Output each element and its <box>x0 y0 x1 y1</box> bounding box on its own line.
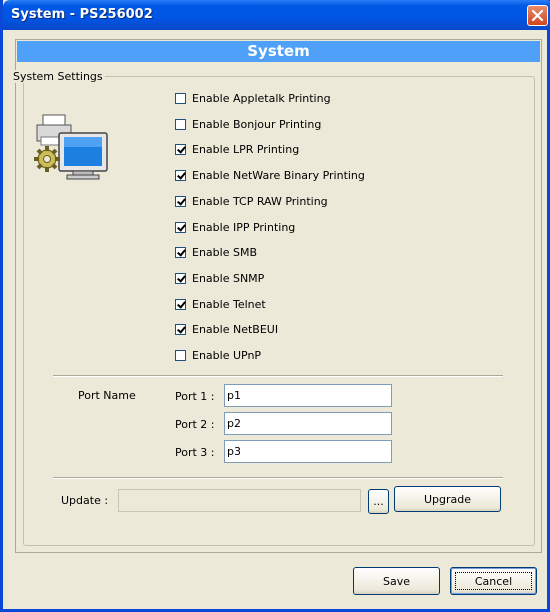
browse-button[interactable]: ... <box>368 489 389 514</box>
section-header: System <box>17 41 540 62</box>
browse-button-label: ... <box>373 495 384 508</box>
option-label: Enable UPnP <box>192 348 262 362</box>
option-checkbox[interactable] <box>175 298 186 310</box>
option-checkbox[interactable] <box>175 272 186 284</box>
option-row[interactable]: Enable TCP RAW Printing <box>175 192 328 210</box>
option-row[interactable]: Enable NetBEUI <box>175 320 278 338</box>
update-file-input[interactable] <box>118 489 361 512</box>
option-checkbox[interactable] <box>175 143 186 155</box>
separator <box>53 375 503 377</box>
option-row[interactable]: Enable Bonjour Printing <box>175 115 321 133</box>
option-label: Enable SNMP <box>192 271 265 285</box>
update-label: Update : <box>61 494 109 507</box>
upgrade-button-label: Upgrade <box>423 492 472 506</box>
port-3-input[interactable] <box>224 440 392 463</box>
system-dialog: System - PS256002 System System Settings <box>0 0 550 612</box>
port-name-label: Port Name <box>78 389 136 402</box>
option-label: Enable Appletalk Printing <box>192 91 331 105</box>
title-bar[interactable]: System - PS256002 <box>3 0 550 30</box>
option-checkbox[interactable] <box>175 349 186 361</box>
save-button-label: Save <box>382 574 410 588</box>
option-row[interactable]: Enable NetWare Binary Printing <box>175 166 365 184</box>
option-checkbox[interactable] <box>175 323 186 335</box>
option-row[interactable]: Enable Telnet <box>175 295 266 313</box>
port-3-label: Port 3 : <box>175 446 215 459</box>
window-title: System - PS256002 <box>11 7 153 22</box>
group-label: System Settings <box>11 70 105 83</box>
option-row[interactable]: Enable SNMP <box>175 269 264 287</box>
port-2-input[interactable] <box>224 412 392 435</box>
upgrade-button[interactable]: Upgrade <box>394 486 501 512</box>
port-1-input[interactable] <box>224 384 392 407</box>
option-row[interactable]: Enable IPP Printing <box>175 218 295 236</box>
option-label: Enable SMB <box>192 245 257 259</box>
option-checkbox[interactable] <box>175 169 186 181</box>
option-checkbox[interactable] <box>175 92 186 104</box>
option-row[interactable]: Enable SMB <box>175 243 257 261</box>
separator <box>53 477 503 479</box>
option-checkbox[interactable] <box>175 118 186 130</box>
port-1-label: Port 1 : <box>175 390 215 403</box>
option-checkbox[interactable] <box>175 246 186 258</box>
printer-computer-gear-icon <box>34 114 108 180</box>
port-2-label: Port 2 : <box>175 418 215 431</box>
option-row[interactable]: Enable Appletalk Printing <box>175 89 331 107</box>
option-label: Enable NetWare Binary Printing <box>192 168 365 182</box>
save-button[interactable]: Save <box>353 567 440 595</box>
option-label: Enable IPP Printing <box>192 220 296 234</box>
option-label: Enable LPR Printing <box>192 142 300 156</box>
option-checkbox[interactable] <box>175 221 186 233</box>
option-label: Enable Bonjour Printing <box>192 117 322 131</box>
option-label: Enable Telnet <box>192 297 266 311</box>
close-button[interactable] <box>527 5 548 26</box>
cancel-button[interactable]: Cancel <box>450 567 537 595</box>
option-label: Enable TCP RAW Printing <box>192 194 328 208</box>
cancel-button-label: Cancel <box>474 574 513 588</box>
option-label: Enable NetBEUI <box>192 322 279 336</box>
close-icon <box>531 9 544 22</box>
option-row[interactable]: Enable LPR Printing <box>175 140 299 158</box>
option-row[interactable]: Enable UPnP <box>175 346 261 364</box>
option-checkbox[interactable] <box>175 195 186 207</box>
